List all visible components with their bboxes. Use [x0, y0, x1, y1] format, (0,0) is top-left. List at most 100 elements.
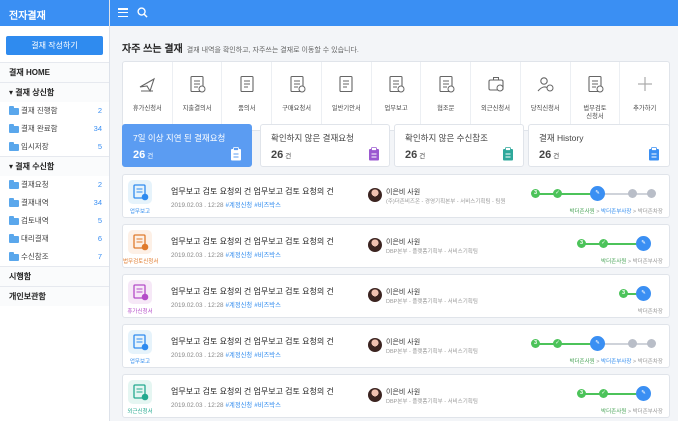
hashtag[interactable]: #계정신청 [226, 352, 253, 359]
approval-row[interactable]: 업무보고 업무보고 검토 요청의 건 업무보고 검토 요청의 건 2019.02.0… [122, 324, 670, 368]
step-count-badge: 3 [577, 239, 586, 248]
sidebar-item-section1_items-0[interactable]: 결재 진행함 2 [0, 102, 109, 120]
document-icon [339, 75, 353, 93]
pending-step-icon [628, 189, 637, 198]
briefcase-icon [487, 77, 504, 92]
approval-route: 박더존차장 [638, 307, 663, 315]
hashtag[interactable]: #계정신청 [226, 202, 253, 209]
form-shortcut-4[interactable]: 일반기안서 [322, 62, 372, 130]
hashtag[interactable]: #계정신청 [226, 252, 253, 259]
sidebar-item-section2_items-2[interactable]: 검토내역 5 [0, 212, 109, 230]
approval-title[interactable]: 업무보고 검토 요청의 건 업무보고 검토 요청의 건 [171, 386, 334, 397]
step-count-badge: 3 [531, 339, 540, 348]
approval-row[interactable]: 외근신청서 업무보고 검토 요청의 건 업무보고 검토 요청의 건 2019.02.… [122, 374, 670, 418]
form-shortcut-2[interactable]: 품의서 [222, 62, 273, 130]
approval-meta: 2019.02.03 . 12:28 #계정신청 #비즈박스 [171, 200, 281, 209]
sidebar-item-section2_items-0[interactable]: 결재요청 2 [0, 176, 109, 194]
folder-icon [9, 216, 19, 225]
write-approval-button[interactable]: 결재 작성하기 [6, 36, 103, 55]
route-approver: 박더존차장 [637, 209, 663, 215]
form-shortcut-3[interactable]: 구매요청서 [272, 62, 322, 130]
hashtag[interactable]: #비즈박스 [254, 252, 281, 259]
form-label-text: 외근신청서 [481, 105, 510, 112]
requester-name: 이은비 사원 [386, 239, 421, 246]
form-shortcut-9[interactable]: 법무검토 신청서 [571, 62, 621, 130]
approval-title[interactable]: 업무보고 검토 요청의 건 업무보고 검토 요청의 건 [171, 286, 334, 297]
clipboard-icon [649, 147, 659, 161]
summary-card-count: 26 [539, 149, 552, 161]
sidebar-section-received[interactable]: ▾ 결재 수신함 [0, 156, 109, 176]
approval-row[interactable]: 법무검토신청서 업무보고 검토 요청의 건 업무보고 검토 요청의 건 2019.0… [122, 224, 670, 268]
sidebar-item-section1_items-1[interactable]: 결재 완료함 34 [0, 120, 109, 138]
approval-row[interactable]: 휴가신청서 업무보고 검토 요청의 건 업무보고 검토 요청의 건 2019.02.… [122, 274, 670, 318]
collapse-icon: ▾ [9, 162, 14, 171]
form-shortcut-5[interactable]: 업무보고 [372, 62, 422, 130]
form-label-text: 추가하기 [633, 105, 657, 112]
form-label-text: 구매요청서 [282, 105, 312, 112]
sidebar-item-label: 결재요청 [21, 180, 49, 189]
summary-card-value: 26 건 [405, 149, 425, 161]
approval-title[interactable]: 업무보고 검토 요청의 건 업무보고 검토 요청의 건 [171, 186, 334, 197]
document-type-icon [128, 280, 152, 304]
form-shortcut-7[interactable]: 외근신청서 [471, 62, 521, 130]
summary-card-0[interactable]: 7일 이상 지연 된 결재요청 26 건 [122, 124, 252, 167]
plane-icon [140, 77, 156, 93]
search-icon[interactable] [137, 7, 148, 18]
hamburger-menu-icon[interactable] [118, 8, 128, 18]
approval-meta: 2019.02.03 . 12:28 #계정신청 #비즈박스 [171, 400, 281, 409]
current-approver-icon: ✎ [636, 236, 651, 251]
sidebar-item-section1_items-2[interactable]: 임시저장 5 [0, 138, 109, 156]
avatar [368, 188, 382, 202]
requester-department: DBP본부 - 플랫폼기획부 - 서비스기획팀 [386, 249, 478, 255]
route-approver: 박더존부사장 [601, 359, 632, 365]
form-shortcut-8[interactable]: 당직신청서 [521, 62, 571, 130]
folder-icon [9, 234, 19, 243]
form-shortcut-6[interactable]: 협조문 [421, 62, 472, 130]
summary-card-unit: 건 [285, 153, 292, 160]
approved-check-icon: ✓ [599, 389, 608, 398]
summary-card-value: 26 건 [133, 149, 153, 161]
document-type-icon [128, 230, 152, 254]
current-approver-icon: ✎ [590, 336, 605, 351]
sidebar-item-section2_items-3[interactable]: 대리결재 6 [0, 230, 109, 248]
sidebar-item-section2_items-1[interactable]: 결재내역 34 [0, 194, 109, 212]
sidebar-item-section2_items-4[interactable]: 수신참조 7 [0, 248, 109, 266]
form-shortcut-label: 협조문 [421, 105, 470, 113]
current-approver-icon: ✎ [636, 386, 651, 401]
summary-card-3[interactable]: 결재 History 26 건 [528, 124, 670, 167]
form-shortcut-1[interactable]: 지출결의서 [173, 62, 223, 130]
sidebar-item-count: 2 [97, 106, 102, 115]
approval-row[interactable]: 업무보고 업무보고 검토 요청의 건 업무보고 검토 요청의 건 2019.02.0… [122, 174, 670, 218]
approval-title[interactable]: 업무보고 검토 요청의 건 업무보고 검토 요청의 건 [171, 236, 334, 247]
form-shortcut-label: 추가하기 [620, 105, 669, 113]
sidebar-item-execution[interactable]: 시행함 [0, 266, 109, 286]
sidebar-item-home[interactable]: 결재 HOME [0, 62, 109, 82]
summary-card-1[interactable]: 확인하지 않은 결재요청 26 건 [260, 124, 390, 167]
sidebar-section-sent[interactable]: ▾ 결재 상신함 [0, 82, 109, 102]
hashtag[interactable]: #계정신청 [226, 402, 253, 409]
page-subtitle: 결재 내역을 확인하고, 자주쓰는 결재로 이동할 수 있습니다. [186, 47, 359, 54]
hashtag[interactable]: #비즈박스 [254, 352, 281, 359]
form-shortcut-10[interactable]: 추가하기 [620, 62, 669, 130]
document-type-label: 휴가신청서 [127, 309, 153, 315]
hashtag[interactable]: #비즈박스 [254, 402, 281, 409]
clipboard-icon [503, 147, 513, 161]
sidebar-item-count: 5 [97, 216, 102, 225]
requester-department: DBP본부 - 플랫폼기획부 - 서비스기획팀 [386, 299, 478, 305]
hashtag[interactable]: #계정신청 [226, 302, 253, 309]
route-approver: 박더존부사장 [632, 409, 663, 415]
hashtag[interactable]: #비즈박스 [254, 302, 281, 309]
approval-title[interactable]: 업무보고 검토 요청의 건 업무보고 검토 요청의 건 [171, 336, 334, 347]
summary-card-count: 26 [133, 149, 146, 161]
sidebar-item-count: 7 [97, 252, 102, 261]
approval-date: 2019.02.03 . 12:28 [171, 202, 224, 209]
hashtag[interactable]: #비즈박스 [254, 202, 281, 209]
folder-icon [9, 180, 19, 189]
form-shortcut-label: 당직신청서 [521, 105, 570, 113]
approved-check-icon: ✓ [553, 189, 562, 198]
sidebar-item-personal[interactable]: 개인보관함 [0, 286, 109, 306]
form-shortcut-0[interactable]: 휴가신청서 [123, 62, 173, 130]
form-shortcut-label: 일반기안서 [322, 105, 371, 113]
sidebar-item-label: 대리결재 [21, 234, 49, 243]
summary-card-2[interactable]: 확인하지 않은 수신참조 26 건 [394, 124, 524, 167]
